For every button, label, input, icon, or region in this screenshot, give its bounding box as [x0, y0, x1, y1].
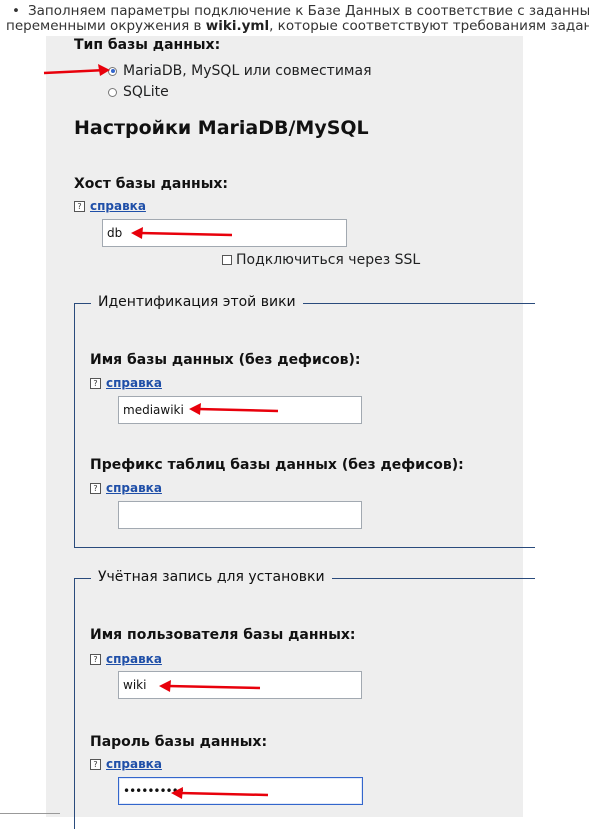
- help-icon: ?: [90, 758, 101, 770]
- settings-heading: Настройки MariaDB/MySQL: [74, 117, 369, 139]
- help-link[interactable]: справка: [90, 199, 146, 213]
- intro-line-1-text: Заполняем параметры подключение к Базе Д…: [28, 3, 589, 19]
- intro-line-2-prefix: переменными окружения в: [6, 18, 206, 34]
- intro-text: • Заполняем параметры подключение к Базе …: [0, 4, 589, 34]
- help-link[interactable]: справка: [106, 376, 162, 390]
- ssl-label: Подключиться через SSL: [236, 252, 421, 268]
- bullet: •: [12, 3, 20, 19]
- intro-line-2: переменными окружения в wiki.yml, которы…: [0, 19, 589, 34]
- intro-line-2-suffix: , которые соответствуют требованиям зада…: [269, 18, 589, 34]
- help-icon: ?: [90, 377, 101, 389]
- db-name-label: Имя базы данных (без дефисов):: [90, 352, 361, 368]
- radio-mariadb-label: MariaDB, MySQL или совместимая: [123, 63, 372, 79]
- db-user-help[interactable]: ? справка: [90, 652, 162, 666]
- help-link[interactable]: справка: [106, 481, 162, 495]
- red-arrow-annotation: [159, 680, 261, 692]
- help-icon: ?: [90, 482, 101, 494]
- red-arrow-annotation: [43, 64, 110, 76]
- table-prefix-label: Префикс таблиц базы данных (без дефисов)…: [90, 457, 464, 473]
- fieldset-legend: Учётная запись для установки: [91, 569, 332, 585]
- ssl-checkbox[interactable]: [222, 255, 232, 265]
- radio-sqlite[interactable]: SQLite: [108, 84, 169, 100]
- divider: [0, 813, 60, 814]
- db-user-label: Имя пользователя базы данных:: [90, 627, 356, 643]
- help-icon: ?: [90, 653, 101, 665]
- radio-button-unchecked[interactable]: [108, 87, 117, 97]
- intro-line-1: • Заполняем параметры подключение к Базе …: [0, 4, 589, 19]
- fieldset-legend: Идентификация этой вики: [91, 294, 303, 310]
- ssl-checkbox-row[interactable]: Подключиться через SSL: [222, 252, 420, 268]
- help-link[interactable]: справка: [106, 652, 162, 666]
- radio-sqlite-label: SQLite: [123, 84, 169, 100]
- help-link[interactable]: справка: [106, 757, 162, 771]
- help-icon: ?: [74, 200, 85, 212]
- intro-filename: wiki.yml: [205, 18, 270, 34]
- db-password-label: Пароль базы данных:: [90, 734, 268, 750]
- table-prefix-input[interactable]: [118, 501, 362, 529]
- db-password-help[interactable]: ? справка: [90, 757, 162, 771]
- table-prefix-help[interactable]: ? справка: [90, 481, 162, 495]
- radio-mariadb[interactable]: MariaDB, MySQL или совместимая: [108, 63, 372, 79]
- red-arrow-annotation: [171, 787, 269, 799]
- host-help[interactable]: ? справка: [74, 199, 146, 213]
- db-name-help[interactable]: ? справка: [90, 376, 162, 390]
- red-arrow-annotation: [189, 403, 279, 415]
- host-label: Хост базы данных:: [74, 176, 228, 192]
- red-arrow-annotation: [131, 227, 233, 239]
- db-type-label: Тип базы данных:: [74, 37, 221, 53]
